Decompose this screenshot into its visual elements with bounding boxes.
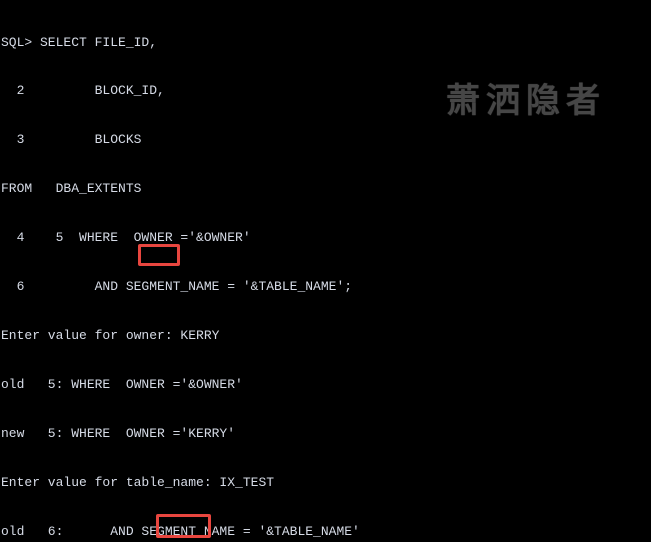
console-line-old: old 6: AND SEGMENT_NAME = '&TABLE_NAME' <box>1 523 360 539</box>
console-line-new: new 5: WHERE OWNER ='KERRY' <box>1 425 236 441</box>
console-line: FROM DBA_EXTENTS <box>1 181 142 197</box>
console-line-prompt: Enter value for table_name: IX_TEST <box>1 474 275 490</box>
terminal-window[interactable]: SQL> SELECT FILE_ID, 2 BLOCK_ID, 3 BLOCK… <box>0 0 651 542</box>
console-line: 4 5 WHERE OWNER ='&OWNER' <box>1 230 251 246</box>
console-line-prompt: Enter value for owner: KERRY <box>1 327 220 343</box>
console-output: SQL> SELECT FILE_ID, 2 BLOCK_ID, 3 BLOCK… <box>0 2 651 542</box>
console-line: 2 BLOCK_ID, <box>1 83 165 99</box>
console-line: SQL> SELECT FILE_ID, <box>1 34 158 50</box>
console-line: 6 AND SEGMENT_NAME = '&TABLE_NAME'; <box>1 279 353 295</box>
console-line: 3 BLOCKS <box>1 132 142 148</box>
console-line-old: old 5: WHERE OWNER ='&OWNER' <box>1 376 243 392</box>
